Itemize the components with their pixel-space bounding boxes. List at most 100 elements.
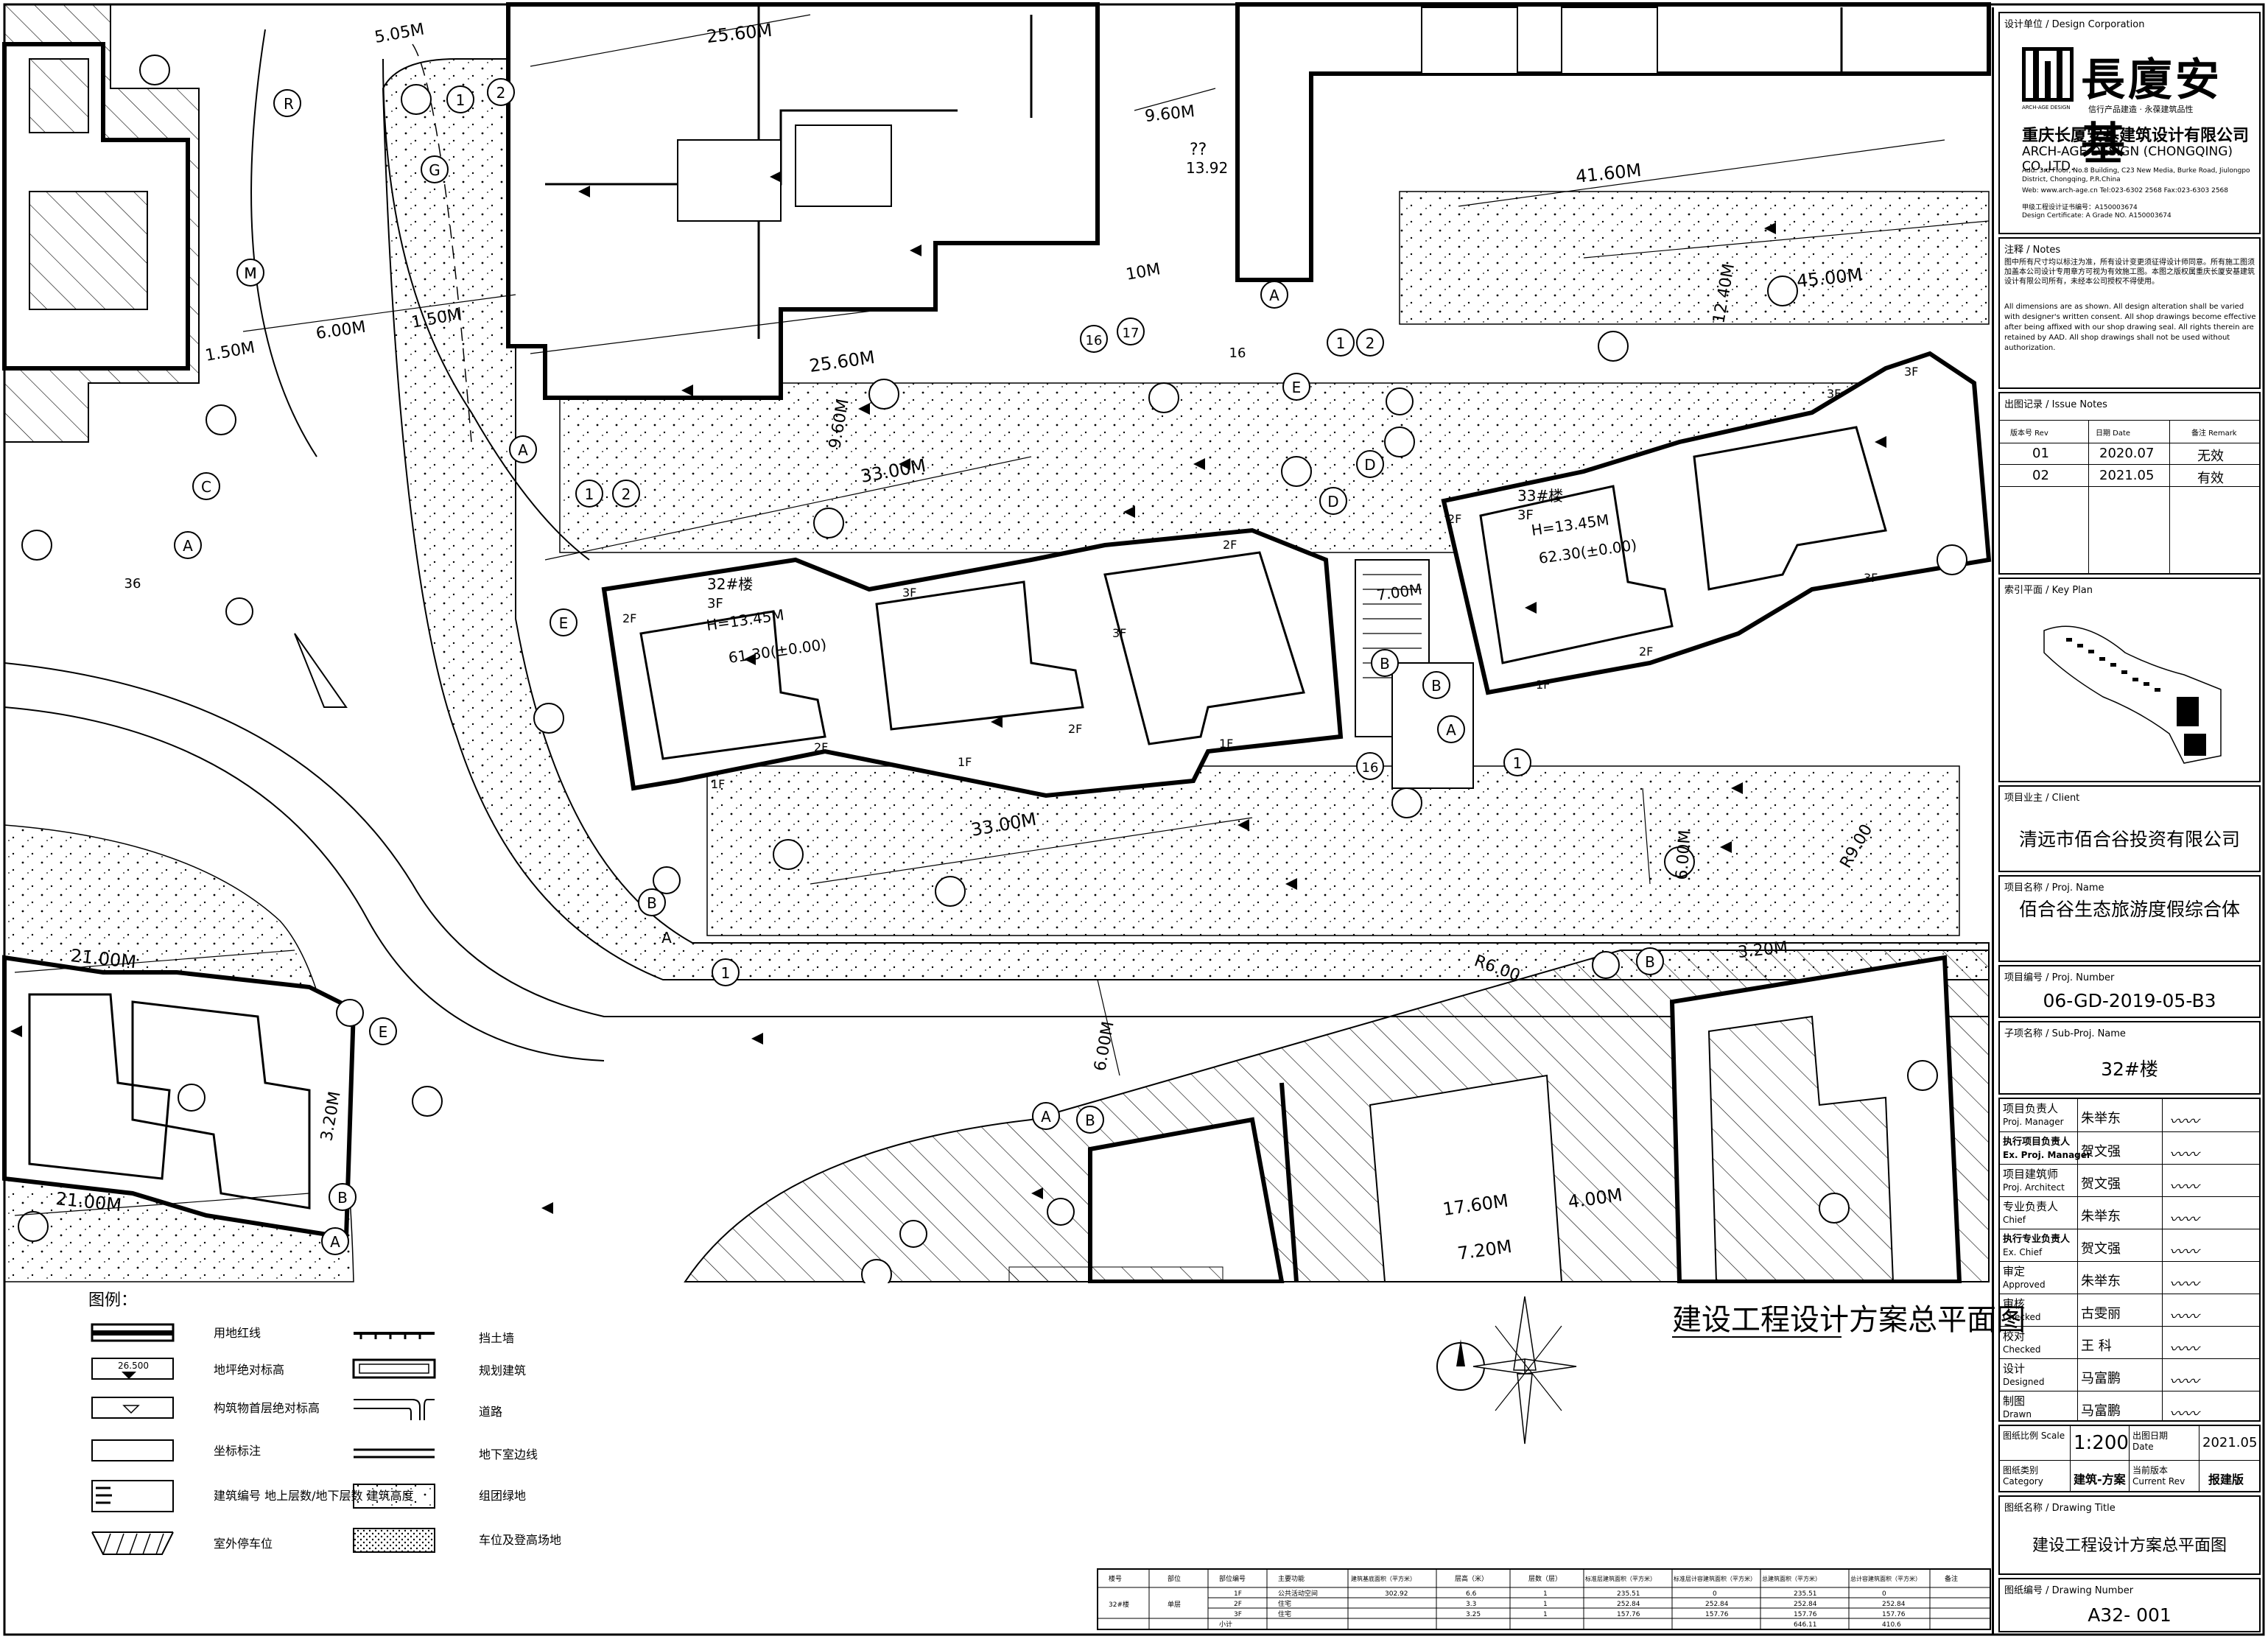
svg-text:2: 2 <box>496 84 506 102</box>
svg-text:157.76: 157.76 <box>1705 1611 1729 1618</box>
svg-text:13.92: 13.92 <box>1186 159 1228 177</box>
svg-text:2: 2 <box>622 485 631 503</box>
svg-text:层数（层）: 层数（层） <box>1528 1574 1562 1583</box>
drawing-title-value: 建设工程设计方案总平面图 <box>2032 1537 2227 1555</box>
signature-table: 项目负责人 Proj. Manager 朱举东 〰〰 执行项目负责人 Ex. P… <box>1998 1098 2261 1422</box>
legend-item-planned-building: 规划建筑 <box>479 1364 526 1377</box>
svg-text:主要功能: 主要功能 <box>1278 1574 1305 1583</box>
legend-item-retaining-wall: 挡土墙 <box>479 1331 514 1345</box>
svg-text:2F: 2F <box>1223 538 1237 552</box>
issue-row: 02 2021.05 有效 <box>2000 464 2259 487</box>
svg-text:B: B <box>1645 953 1655 971</box>
scale-date-table: 图纸比例 Scale 1:200 出图日期 Date 2021.05 图纸类别 … <box>1998 1425 2261 1492</box>
svg-text:157.76: 157.76 <box>1882 1611 1906 1618</box>
legend-item-green: 组团绿地 <box>479 1489 526 1503</box>
title-block: 设计单位 / Design Corporation 長廈安基 ARCH-AGE … <box>1992 7 2265 1635</box>
svg-text:B: B <box>1431 677 1442 695</box>
legend-item-road: 道路 <box>479 1405 502 1419</box>
svg-text:6.6: 6.6 <box>1466 1590 1477 1598</box>
svg-text:235.51: 235.51 <box>1794 1590 1817 1598</box>
svg-text:0: 0 <box>1713 1590 1717 1598</box>
svg-text:A: A <box>518 441 528 459</box>
svg-text:备注: 备注 <box>1945 1574 1958 1583</box>
project-name-panel: 项目名称 / Proj. Name 佰合谷生态旅游度假综合体 <box>1998 875 2261 962</box>
svg-text:1: 1 <box>1543 1601 1548 1608</box>
svg-text:16: 16 <box>1362 760 1379 776</box>
svg-text:3.25: 3.25 <box>1466 1611 1481 1618</box>
svg-text:部位编号: 部位编号 <box>1219 1574 1246 1583</box>
project-name-label: 项目名称 / Proj. Name <box>2004 882 2104 894</box>
issue-notes-panel: 出图记录 / Issue Notes 版本号 Rev 日期 Date 备注 Re… <box>1998 392 2261 575</box>
svg-text:C: C <box>201 478 211 496</box>
svg-text:标准层建筑面积（平方米）: 标准层建筑面积（平方米） <box>1585 1575 1656 1582</box>
svg-text:17: 17 <box>1123 326 1140 341</box>
area-table-building: 32#楼 <box>1109 1600 1129 1609</box>
legend-item-ground-elev: 地坪绝对标高 <box>214 1363 284 1377</box>
svg-text:B: B <box>337 1189 348 1207</box>
svg-text:总计容建筑面积（平方米）: 总计容建筑面积（平方米） <box>1850 1575 1921 1582</box>
svg-text:16: 16 <box>1086 333 1103 348</box>
svg-text:252.84: 252.84 <box>1882 1601 1906 1608</box>
svg-text:157.76: 157.76 <box>1617 1611 1640 1618</box>
svg-text:D: D <box>1327 493 1338 510</box>
svg-text:2F: 2F <box>1068 722 1082 736</box>
site-plan <box>1 2 1992 1290</box>
client-value: 清远市佰合谷投资有限公司 <box>2018 829 2240 850</box>
drawing-title-panel: 图纸名称 / Drawing Title 建设工程设计方案总平面图 <box>1998 1495 2261 1575</box>
svg-text:2F: 2F <box>1639 645 1653 659</box>
company-cert-en: Design Certificate: A Grade NO. A1500036… <box>2022 212 2172 220</box>
svg-text:A: A <box>1041 1108 1051 1126</box>
signature-row: 制图 Drawn 马富鹏 〰〰 <box>2000 1391 2259 1424</box>
issue-header-remark: 备注 Remark <box>2191 429 2237 438</box>
design-unit-label: 设计单位 / Design Corporation <box>2004 19 2145 30</box>
svg-text:M: M <box>244 264 256 282</box>
issue-header-date: 日期 Date <box>2096 429 2131 438</box>
svg-text:6.00M: 6.00M <box>1673 829 1695 881</box>
site-plan-sheet: 32#楼 3F H=13.45M 61.30(±0.00) 33#楼 3F H=… <box>1 2 2265 1636</box>
svg-text:E: E <box>559 614 569 632</box>
svg-text:235.51: 235.51 <box>1617 1590 1640 1598</box>
logo-mono: ARCH-AGE DESIGN <box>2022 105 2071 110</box>
signature-row: 专业负责人 Chief 朱举东 〰〰 <box>2000 1196 2259 1229</box>
svg-text:3F: 3F <box>1112 626 1126 640</box>
company-logo <box>2022 47 2074 102</box>
project-number-value: 06-GD-2019-05-B3 <box>2043 990 2216 1011</box>
svg-text:1: 1 <box>1543 1611 1548 1618</box>
svg-text:302.92: 302.92 <box>1385 1590 1408 1598</box>
building-32-floors: 3F <box>707 596 723 611</box>
company-contact: Web: www.arch-age.cn Tel:023-6302 2568 F… <box>2022 187 2229 194</box>
client-panel: 项目业主 / Client 清远市佰合谷投资有限公司 <box>1998 785 2261 872</box>
signature-row: 执行项目负责人 Ex. Proj. Manager 贺文强 〰〰 <box>2000 1131 2259 1165</box>
notes-panel: 注释 / Notes 图中所有尺寸均以标注为准，所有设计变更须征得设计师同意。所… <box>1998 237 2261 389</box>
svg-text:总建筑面积（平方米）: 总建筑面积（平方米） <box>1762 1575 1821 1582</box>
svg-text:部位: 部位 <box>1168 1574 1181 1583</box>
category-value: 建筑-方案 <box>2074 1473 2126 1487</box>
project-name-value: 佰合谷生态旅游度假综合体 <box>2018 899 2240 920</box>
signature-row: 校对 Checked 王 科 〰〰 <box>2000 1326 2259 1359</box>
notes-label: 注释 / Notes <box>2004 245 2061 256</box>
company-address: Add: 3rd Floor, No.8 Building, C23 New M… <box>2022 167 2250 183</box>
signature-mark-icon: 〰〰 <box>2169 1405 2199 1422</box>
svg-text:2F: 2F <box>622 611 636 625</box>
issue-header-rev: 版本号 Rev <box>2010 429 2048 438</box>
legend-item-coord: 坐标标注 <box>214 1444 261 1458</box>
project-number-label: 项目编号 / Proj. Number <box>2004 972 2115 983</box>
signature-mark-icon: 〰〰 <box>2169 1210 2199 1228</box>
svg-text:1F: 1F <box>711 777 725 791</box>
svg-text:建筑基底面积（平方米）: 建筑基底面积（平方米） <box>1351 1575 1416 1582</box>
svg-text:252.84: 252.84 <box>1794 1601 1817 1608</box>
notes-en: All dimensions are as shown. All design … <box>2004 303 2256 352</box>
svg-text:3F: 3F <box>902 586 916 600</box>
signature-mark-icon: 〰〰 <box>2169 1178 2199 1196</box>
building-33-id: 33#楼 <box>1517 487 1563 505</box>
svg-text:E: E <box>379 1023 388 1041</box>
current-rev-value: 报建版 <box>2208 1473 2244 1487</box>
svg-text:3.3: 3.3 <box>1466 1601 1476 1608</box>
svg-text:1: 1 <box>1513 754 1523 772</box>
svg-text:1: 1 <box>456 91 466 109</box>
signature-row: 项目负责人 Proj. Manager 朱举东 〰〰 <box>2003 1102 2199 1130</box>
svg-text:1F: 1F <box>958 755 972 769</box>
svg-text:26.500: 26.500 <box>118 1361 149 1371</box>
svg-text:2F: 2F <box>1234 1601 1242 1608</box>
svg-text:A: A <box>1446 721 1456 739</box>
